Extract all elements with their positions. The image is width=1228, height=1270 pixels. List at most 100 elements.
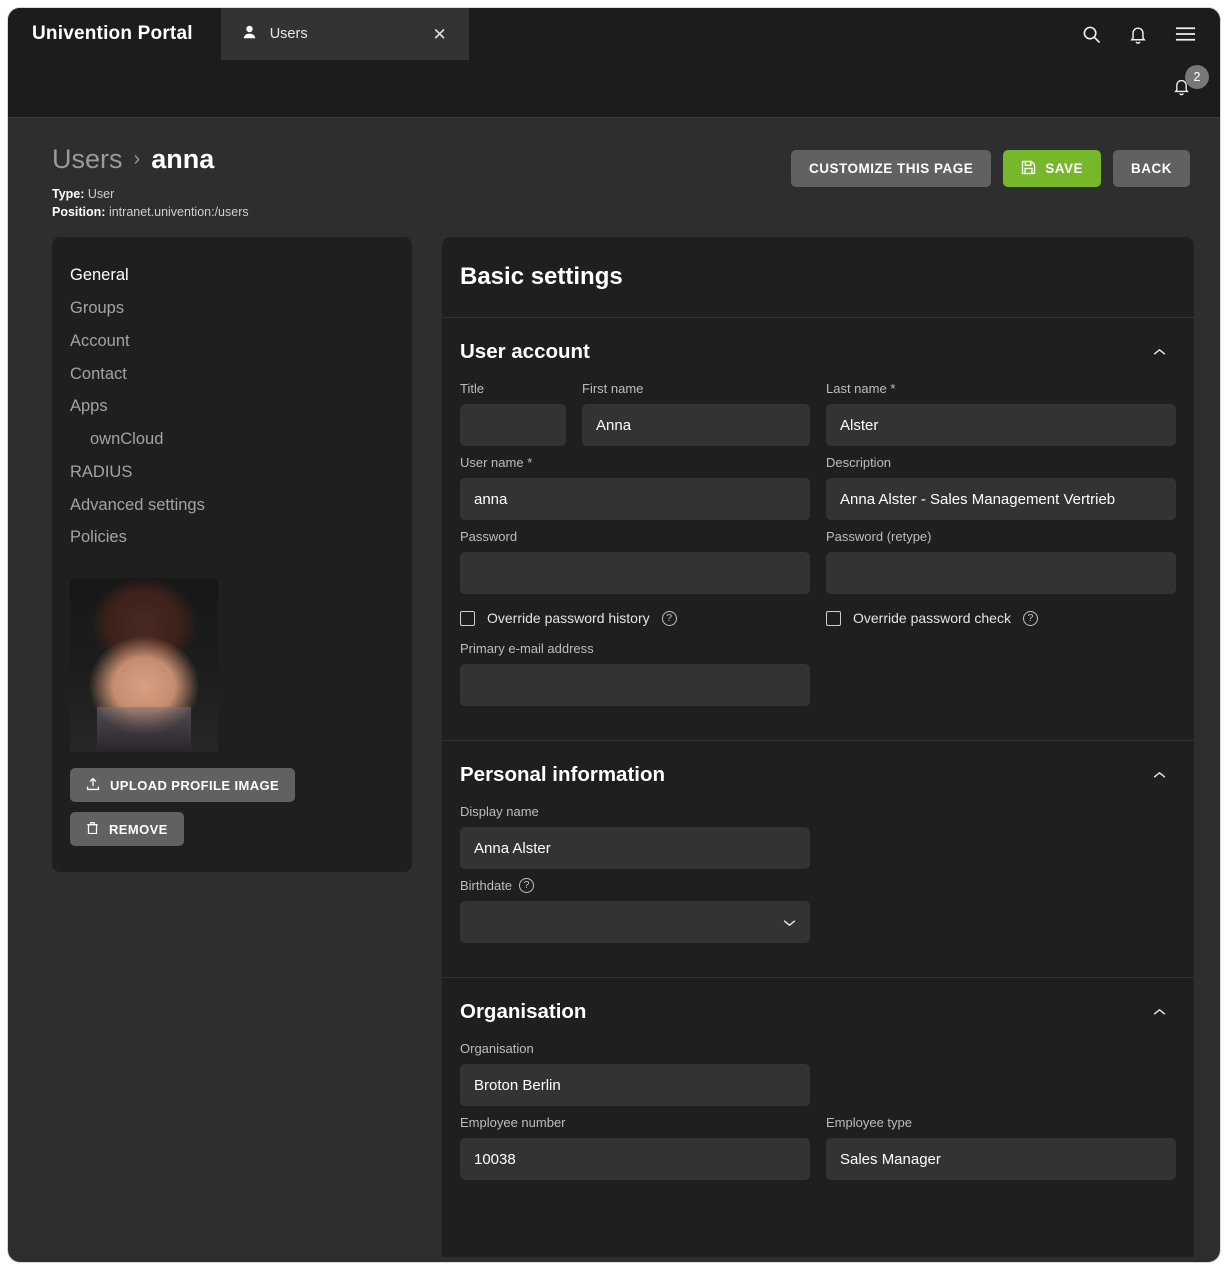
- chevron-up-icon[interactable]: [1153, 348, 1166, 356]
- remove-button-label: REMOVE: [109, 821, 168, 837]
- object-meta: Type: User Position: intranet.univention…: [52, 185, 791, 221]
- search-icon[interactable]: [1082, 25, 1101, 44]
- sidebar-panel: General Groups Account Contact Apps ownC…: [52, 237, 412, 872]
- section-title-organisation: Organisation: [460, 1000, 587, 1024]
- birthdate-dropdown[interactable]: [460, 901, 810, 944]
- last-name-input[interactable]: [826, 404, 1176, 447]
- field-label-employee-type: Employee type: [826, 1114, 912, 1130]
- field-employee-type: Employee type: [826, 1114, 1176, 1181]
- notification-bar: 2: [8, 60, 1220, 118]
- trash-icon: [86, 821, 99, 838]
- hamburger-menu-icon[interactable]: [1175, 26, 1196, 42]
- employee-number-input[interactable]: [460, 1138, 810, 1181]
- description-input[interactable]: [826, 478, 1176, 521]
- help-icon[interactable]: ?: [661, 610, 677, 626]
- field-label-display-name: Display name: [460, 803, 539, 819]
- field-display-name: Display name: [460, 803, 810, 870]
- field-label-first-name: First name: [582, 380, 644, 396]
- tab-label: Users: [269, 26, 308, 42]
- sidebar-item-advanced-settings[interactable]: Advanced settings: [52, 489, 412, 522]
- sidebar-item-account[interactable]: Account: [52, 325, 412, 358]
- password-override-options: Override password history ? Override pas…: [460, 610, 1176, 626]
- sidebar-item-owncloud[interactable]: ownCloud: [52, 423, 412, 456]
- chevron-up-icon[interactable]: [1153, 771, 1166, 779]
- title-input[interactable]: [460, 404, 566, 447]
- section-organisation: Organisation Organisation Employ: [442, 978, 1194, 1214]
- field-password-retype: Password (retype): [826, 528, 1176, 595]
- checkbox-box[interactable]: [826, 610, 841, 626]
- notification-count-badge: 2: [1185, 64, 1209, 89]
- main-content: General Groups Account Contact Apps ownC…: [8, 237, 1220, 1258]
- settings-panel: Basic settings User account Title First …: [442, 237, 1194, 1258]
- page-header: Users › anna Type: User Position: intran…: [8, 118, 1220, 237]
- field-user-name: User name *: [460, 454, 810, 521]
- sidebar-item-contact[interactable]: Contact: [52, 358, 412, 391]
- section-title-personal-information: Personal information: [460, 763, 666, 787]
- remove-profile-image-button[interactable]: REMOVE: [70, 812, 184, 846]
- user-icon: [243, 25, 256, 43]
- field-first-name: First name: [582, 380, 810, 447]
- primary-email-input[interactable]: [460, 664, 810, 707]
- breadcrumb-parent-users[interactable]: Users: [52, 144, 123, 175]
- customize-this-page-button[interactable]: CUSTOMIZE THIS PAGE: [790, 150, 992, 187]
- section-user-account: User account Title First name Anna Last …: [442, 318, 1194, 742]
- organisation-input[interactable]: [460, 1064, 810, 1107]
- type-value: User: [87, 187, 115, 201]
- field-label-title: Title: [460, 380, 485, 396]
- user-name-input[interactable]: [460, 478, 810, 521]
- field-birthdate: Birthdate ?: [460, 877, 810, 944]
- display-name-input[interactable]: [460, 827, 810, 870]
- field-password: Password: [460, 528, 810, 595]
- field-label-birthdate: Birthdate ?: [460, 877, 810, 893]
- tab-users[interactable]: Users ✕: [220, 8, 469, 60]
- sidebar-item-general[interactable]: General: [52, 259, 412, 292]
- save-floppy-icon: [1021, 160, 1036, 178]
- sidebar-nav: General Groups Account Contact Apps ownC…: [52, 259, 412, 560]
- chevron-up-icon[interactable]: [1153, 1008, 1166, 1016]
- back-button[interactable]: BACK: [1113, 150, 1190, 187]
- field-last-name: Last name *: [826, 380, 1176, 447]
- save-button-label: SAVE: [1045, 161, 1083, 176]
- checkbox-label: Override password history: [487, 610, 650, 627]
- sidebar-item-apps[interactable]: Apps: [52, 390, 412, 423]
- page-title: anna: [151, 144, 215, 174]
- first-name-input[interactable]: [582, 404, 810, 447]
- save-button[interactable]: SAVE: [1003, 150, 1101, 187]
- sidebar-item-radius[interactable]: RADIUS: [52, 456, 412, 489]
- checkbox-override-password-check[interactable]: Override password check ?: [826, 610, 1038, 626]
- position-label: Position:: [52, 205, 106, 220]
- upload-icon: [86, 777, 100, 794]
- field-label-last-name: Last name *: [826, 380, 896, 396]
- employee-type-input[interactable]: [826, 1138, 1176, 1181]
- sidebar-item-groups[interactable]: Groups: [52, 292, 412, 325]
- close-icon[interactable]: ✕: [428, 24, 450, 45]
- field-label-user-name: User name *: [460, 454, 533, 470]
- notification-bell-button[interactable]: 2: [1173, 64, 1209, 101]
- field-label-organisation: Organisation: [460, 1040, 534, 1056]
- help-icon[interactable]: ?: [1022, 610, 1038, 626]
- app-brand-title: Univention Portal: [32, 23, 193, 44]
- upload-profile-image-label: UPLOAD PROFILE IMAGE: [110, 777, 280, 793]
- field-primary-email: Primary e-mail address: [460, 640, 810, 707]
- position-value: intranet.univention:/users: [108, 205, 249, 220]
- help-icon[interactable]: ?: [519, 877, 535, 893]
- avatar: [70, 578, 218, 752]
- upload-profile-image-button[interactable]: UPLOAD PROFILE IMAGE: [70, 768, 296, 802]
- section-personal-information: Personal information Display name Anna A…: [442, 741, 1194, 979]
- password-retype-input[interactable]: [826, 552, 1176, 595]
- type-label: Type:: [52, 187, 85, 201]
- bell-icon[interactable]: [1129, 25, 1147, 44]
- section-title-user-account: User account: [460, 340, 590, 364]
- chevron-down-icon: [783, 914, 796, 931]
- password-input[interactable]: [460, 552, 810, 595]
- checkbox-box[interactable]: [460, 610, 475, 626]
- header-actions: CUSTOMIZE THIS PAGE SAVE BACK: [790, 144, 1190, 187]
- field-label-primary-email: Primary e-mail address: [460, 640, 594, 656]
- field-label-password-retype: Password (retype): [826, 528, 932, 544]
- sidebar-item-policies[interactable]: Policies: [52, 521, 412, 554]
- field-label-description: Description: [826, 454, 892, 470]
- top-bar: Univention Portal Users ✕: [8, 8, 1220, 60]
- checkbox-override-password-history[interactable]: Override password history ?: [460, 610, 810, 626]
- application-window: Univention Portal Users ✕ 2 Users › anna…: [8, 8, 1220, 1262]
- avatar-actions: UPLOAD PROFILE IMAGE REMOVE: [52, 752, 412, 846]
